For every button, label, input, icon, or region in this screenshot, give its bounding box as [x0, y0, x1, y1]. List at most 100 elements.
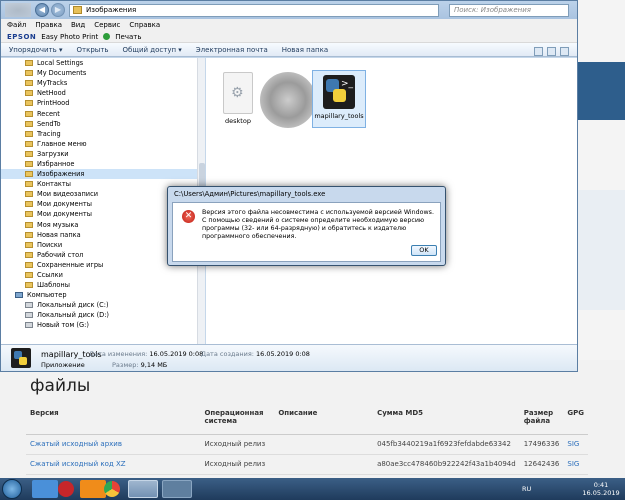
menu-file[interactable]: Файл [7, 21, 26, 29]
menu-view[interactable]: Вид [71, 21, 85, 29]
sidebar-item[interactable]: Ссылки [1, 270, 204, 280]
folder-icon [25, 231, 33, 238]
start-button[interactable] [2, 479, 22, 499]
sidebar-item[interactable]: Recent [1, 108, 204, 118]
forward-button[interactable]: ▶ [51, 3, 65, 17]
folder-icon [25, 191, 33, 198]
details-created: Дата создания: 16.05.2019 0:08 [201, 350, 310, 358]
background-banner [578, 62, 625, 120]
clock-date: 16.05.2019 [582, 489, 620, 497]
details-pane: mapillary_tools Приложение Дата изменени… [1, 344, 577, 371]
sidebar-item[interactable]: Tracing [1, 129, 204, 139]
taskbar: RU 0:41 16.05.2019 [0, 478, 625, 500]
sidebar-item-label: Ссылки [37, 271, 63, 280]
sidebar-item[interactable]: NetHood [1, 88, 204, 98]
size-cell: 12642436 [519, 454, 564, 475]
file-desktop[interactable]: desktop [210, 72, 266, 125]
explorer-taskbar-icon[interactable] [128, 480, 158, 498]
folder-icon [25, 211, 33, 218]
sidebar-item-label: MyTracks [37, 79, 68, 88]
sidebar-item[interactable]: Шаблоны [1, 280, 204, 290]
sidebar-item-label: Новая папка [37, 230, 81, 239]
folder-icon [25, 272, 33, 279]
back-button[interactable]: ◀ [35, 3, 49, 17]
sidebar-item[interactable]: Локальный диск (C:) [1, 300, 204, 310]
app-taskbar-icon[interactable] [162, 480, 192, 498]
search-input[interactable]: Поиск: Изображения [449, 4, 569, 17]
sidebar-item-label: Главное меню [37, 139, 87, 148]
drive-icon [25, 322, 33, 329]
dialog-body: ✕ Версия этого файла несовместима с испо… [172, 202, 441, 262]
folder-icon [25, 221, 33, 228]
open-button[interactable]: Открыть [77, 46, 109, 54]
chrome-icon[interactable] [104, 481, 120, 497]
opera-icon[interactable] [58, 481, 74, 497]
easy-photo-print-button[interactable]: Easy Photo Print [41, 33, 98, 41]
details-size-value: 9,14 МБ [140, 361, 168, 369]
sidebar-item-label: Local Settings [37, 59, 84, 68]
menu-edit[interactable]: Правка [35, 21, 62, 29]
drive-icon [25, 312, 33, 319]
sidebar-item[interactable]: Изображения [1, 169, 204, 180]
address-text: Изображения [86, 6, 137, 14]
selected-file-box: >_ mapillary_tools [312, 70, 366, 128]
sidebar-item-label: Новый том (G:) [37, 321, 89, 330]
desc-cell [274, 434, 374, 455]
file-label: mapillary_tools [314, 112, 364, 120]
gpg-link[interactable]: SIG [563, 454, 588, 475]
folder-icon [25, 120, 33, 127]
file-label: desktop [225, 117, 251, 125]
view-controls [534, 47, 569, 56]
download-link[interactable]: Сжатый исходный архив [26, 434, 201, 455]
details-modified: Дата изменения: 16.05.2019 0:08 [89, 350, 203, 358]
folder-icon [25, 150, 33, 157]
organize-button[interactable]: Упорядочить ▾ [9, 46, 63, 54]
settings-file-icon [223, 72, 253, 114]
gpg-link[interactable]: SIG [563, 434, 588, 455]
file-mapillary-tools[interactable]: >_ mapillary_tools [312, 70, 368, 128]
view-mode-icon[interactable] [534, 47, 543, 56]
sidebar-item[interactable]: Загрузки [1, 149, 204, 159]
file-blurred[interactable] [260, 72, 316, 128]
new-folder-button[interactable]: Новая папка [282, 46, 328, 54]
sidebar-item[interactable]: Избранное [1, 159, 204, 169]
sidebar-item-label: NetHood [37, 89, 66, 98]
sidebar-item[interactable]: Главное меню [1, 139, 204, 149]
table-row: Сжатый исходный архив Исходный релиз 045… [26, 434, 588, 455]
language-indicator[interactable]: RU [522, 485, 531, 493]
media-player-icon[interactable] [80, 480, 106, 498]
sidebar-item-label: PrintHood [37, 99, 70, 108]
email-button[interactable]: Электронная почта [196, 46, 268, 54]
print-button[interactable]: Печать [115, 33, 141, 41]
folder-icon [25, 251, 33, 258]
background-panel [578, 190, 625, 310]
download-link[interactable]: Сжатый исходный код XZ [26, 454, 201, 475]
ok-button[interactable]: OK [411, 245, 437, 256]
sidebar-item[interactable]: Локальный диск (D:) [1, 310, 204, 320]
menu-help[interactable]: Справка [129, 21, 160, 29]
preview-pane-icon[interactable] [547, 47, 556, 56]
details-modified-key: Дата изменения: [89, 350, 148, 358]
help-icon[interactable] [560, 47, 569, 56]
sidebar-item[interactable]: PrintHood [1, 98, 204, 108]
md5-cell: a80ae3cc478460b922242f43a1b4094d [373, 454, 520, 475]
sidebar-item-label: Мои видеозаписи [37, 190, 98, 199]
share-button[interactable]: Общий доступ ▾ [123, 46, 182, 54]
details-size: Размер: 9,14 МБ [112, 361, 167, 369]
clock[interactable]: 0:41 16.05.2019 [578, 481, 624, 497]
menu-tools[interactable]: Сервис [94, 21, 120, 29]
folder-icon [25, 241, 33, 248]
sidebar-item[interactable]: SendTo [1, 119, 204, 129]
sidebar-item-label: Локальный диск (C:) [37, 301, 109, 310]
sidebar-item[interactable]: Local Settings [1, 58, 204, 68]
address-bar[interactable]: Изображения [69, 4, 439, 17]
col-description: Описание [274, 406, 374, 435]
sidebar-item[interactable]: Компьютер [1, 290, 204, 300]
sidebar-item[interactable]: Новый том (G:) [1, 320, 204, 330]
internet-explorer-icon[interactable] [32, 480, 58, 498]
python-exe-icon: >_ [323, 75, 355, 109]
sidebar-item[interactable]: My Documents [1, 68, 204, 78]
desc-cell [274, 454, 374, 475]
sidebar-item-label: Recent [37, 109, 60, 118]
sidebar-item[interactable]: MyTracks [1, 78, 204, 88]
